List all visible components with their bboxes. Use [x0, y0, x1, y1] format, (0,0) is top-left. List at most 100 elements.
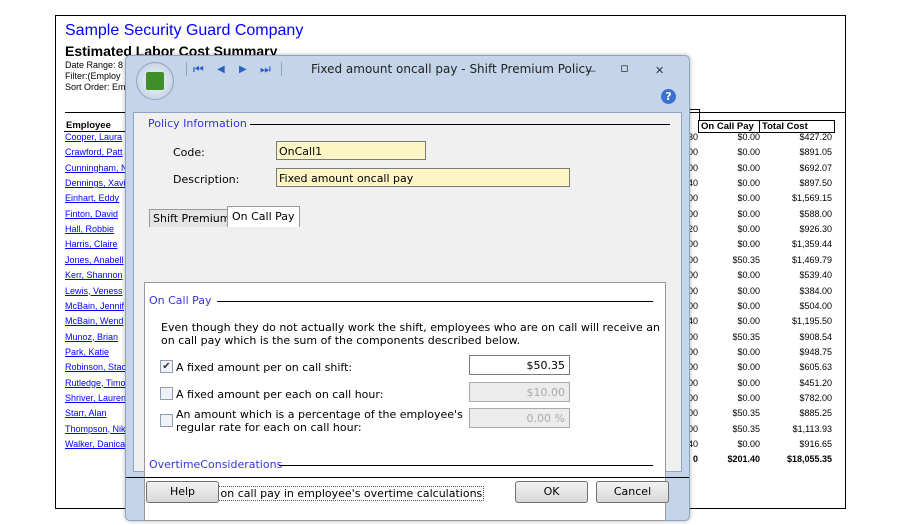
overtime-heading: OvertimeConsiderations — [149, 458, 283, 471]
cell-total-cost: $926.30 — [799, 224, 832, 235]
employee-link[interactable]: Finton, David — [65, 209, 118, 219]
fixed-per-shift-input[interactable]: $50.35 — [469, 355, 570, 375]
employee-link[interactable]: McBain, Jennif — [65, 301, 124, 311]
app-orb-icon[interactable] — [136, 62, 174, 100]
cell-total-cost: $891.05 — [799, 147, 832, 158]
cell-on-call-pay: $0.00 — [737, 208, 760, 219]
fixed-per-hour-input[interactable]: $10.00 — [469, 382, 570, 402]
cell-on-call-pay: $201.40 — [727, 454, 760, 465]
cell-total-cost: $504.00 — [799, 300, 832, 311]
shift-premium-policy-dialog: ⏮ ◀ ▶ ⏭ Fixed amount oncall pay - Shift … — [125, 55, 690, 521]
cell-total-cost: $539.40 — [799, 270, 832, 281]
employee-link[interactable]: Jones, Anabell — [65, 255, 124, 265]
description-label: Description: — [173, 173, 240, 186]
cell-total-cost: $948.75 — [799, 346, 832, 357]
employee-link[interactable]: Einhart, Eddy — [65, 193, 119, 203]
last-record-icon[interactable]: ⏭ — [260, 62, 271, 77]
cell-total-cost: $1,113.93 — [792, 423, 832, 434]
employee-link[interactable]: Crawford, Patt — [65, 147, 123, 157]
cell-on-call-pay: $0.00 — [737, 132, 760, 142]
employee-header: Employee — [64, 120, 128, 132]
include-overtime-label[interactable]: Include on call pay in employee's overti… — [175, 486, 485, 501]
help-button[interactable]: Help — [146, 481, 219, 503]
sort-order: Sort Order: Em — [65, 82, 126, 92]
code-label: Code: — [173, 146, 205, 159]
cell-on-call-pay: $0.00 — [737, 239, 760, 250]
tab-on-call-pay[interactable]: On Call Pay — [227, 206, 300, 227]
cell-on-call-pay: $50.35 — [732, 423, 760, 434]
employee-link[interactable]: Munoz, Brian — [65, 332, 118, 342]
employee-link[interactable]: Harris, Claire — [65, 239, 118, 249]
cell-on-call-pay: $50.35 — [732, 254, 760, 265]
cell-total-cost: $588.00 — [799, 208, 832, 219]
cell-on-call-pay: $0.00 — [737, 300, 760, 311]
fixed-per-hour-checkbox[interactable] — [160, 387, 173, 400]
cell-on-call-pay: $0.00 — [737, 439, 760, 449]
date-range: Date Range: 8 — [65, 60, 124, 70]
dialog-body: Policy Information Code: OnCall1 Descrip… — [133, 112, 682, 521]
cell-total-cost: $427.20 — [799, 132, 832, 142]
employee-link[interactable]: Robinson, Stac — [65, 362, 126, 372]
employee-link[interactable]: Cooper, Laura — [65, 132, 122, 142]
close-button[interactable]: ✕ — [655, 64, 664, 77]
explanation-text: Even though they do not actually work th… — [161, 321, 660, 347]
description-input[interactable]: Fixed amount oncall pay — [276, 168, 570, 187]
employee-link[interactable]: McBain, Wend — [65, 316, 123, 326]
employee-link[interactable]: Shriver, Lauren — [65, 393, 126, 403]
on-call-pay-heading: On Call Pay — [149, 294, 212, 307]
cell-total-cost: $1,569.15 — [791, 193, 832, 204]
fixed-per-hour-label: A fixed amount per each on call hour: — [176, 388, 384, 401]
employee-link[interactable]: Rutledge, Timo — [65, 378, 126, 388]
employee-link[interactable]: Hall, Robbie — [65, 224, 114, 234]
cell-on-call-pay: $0.00 — [737, 178, 760, 189]
cell-total-cost: $897.50 — [799, 178, 832, 189]
cancel-button[interactable]: Cancel — [596, 481, 669, 503]
employee-link[interactable]: Starr, Alan — [65, 408, 107, 418]
cell-on-call-pay: $0.00 — [737, 392, 760, 403]
percentage-input[interactable]: 0.00 % — [469, 408, 570, 428]
fixed-per-shift-label: A fixed amount per on call shift: — [176, 361, 353, 374]
cell-on-call-pay: $0.00 — [737, 285, 760, 296]
filter: Filter:(Employ — [65, 71, 121, 81]
previous-record-icon[interactable]: ◀ — [217, 64, 225, 75]
policy-information-heading: Policy Information — [148, 117, 247, 130]
cell-total-cost: $1,359.44 — [791, 239, 832, 250]
cell-total-cost: $692.07 — [799, 162, 832, 173]
first-record-icon[interactable]: ⏮ — [193, 62, 204, 77]
employee-link[interactable]: Kerr, Shannon — [65, 270, 123, 280]
employee-link[interactable]: Walker, Danica — [65, 439, 125, 449]
employee-link[interactable]: Thompson, Nik — [65, 424, 126, 434]
cell-on-call-pay: $0.00 — [737, 162, 760, 173]
next-record-icon[interactable]: ▶ — [239, 64, 247, 75]
cell-on-call-pay: $50.35 — [732, 408, 760, 419]
restore-button[interactable]: ▫ — [620, 61, 629, 76]
percentage-label: An amount which is a percentage of the e… — [176, 408, 463, 434]
percentage-checkbox[interactable] — [160, 414, 173, 427]
fixed-per-shift-checkbox[interactable]: ✔ — [160, 360, 173, 373]
cell-total-cost: $916.65 — [799, 439, 832, 449]
employee-link[interactable]: Cunningham, N — [65, 163, 128, 173]
ok-button[interactable]: OK — [515, 481, 588, 503]
cell-on-call-pay: $0.00 — [737, 193, 760, 204]
cell-total-cost: $1,469.79 — [791, 254, 832, 265]
cell-on-call-pay: $0.00 — [737, 316, 760, 327]
cell-on-call-pay: $0.00 — [737, 377, 760, 388]
employee-link[interactable]: Park, Katie — [65, 347, 109, 357]
cell-total-cost: $18,055.35 — [786, 454, 832, 465]
cell-total-cost: $782.00 — [799, 392, 832, 403]
cell-total-cost: $451.20 — [799, 377, 832, 388]
help-icon[interactable]: ? — [661, 89, 676, 104]
company-name: Sample Security Guard Company — [65, 22, 304, 39]
dialog-title: Fixed amount oncall pay - Shift Premium … — [311, 62, 593, 76]
cell-on-call-pay: $50.35 — [732, 331, 760, 342]
cell-on-call-pay: $0.00 — [737, 147, 760, 158]
code-input[interactable]: OnCall1 — [276, 141, 426, 160]
minimize-button[interactable]: — — [585, 64, 596, 77]
cell-on-call-pay: $0.00 — [737, 346, 760, 357]
employee-link[interactable]: Lewis, Veness — [65, 286, 123, 296]
cell-total-cost: $605.63 — [799, 362, 832, 373]
employee-link[interactable]: Dennings, Xavi — [65, 178, 126, 188]
cell-on-call-pay: $0.00 — [737, 270, 760, 281]
cell-on-call-pay: $0.00 — [737, 362, 760, 373]
cell-on-call-pay: $0.00 — [737, 224, 760, 235]
